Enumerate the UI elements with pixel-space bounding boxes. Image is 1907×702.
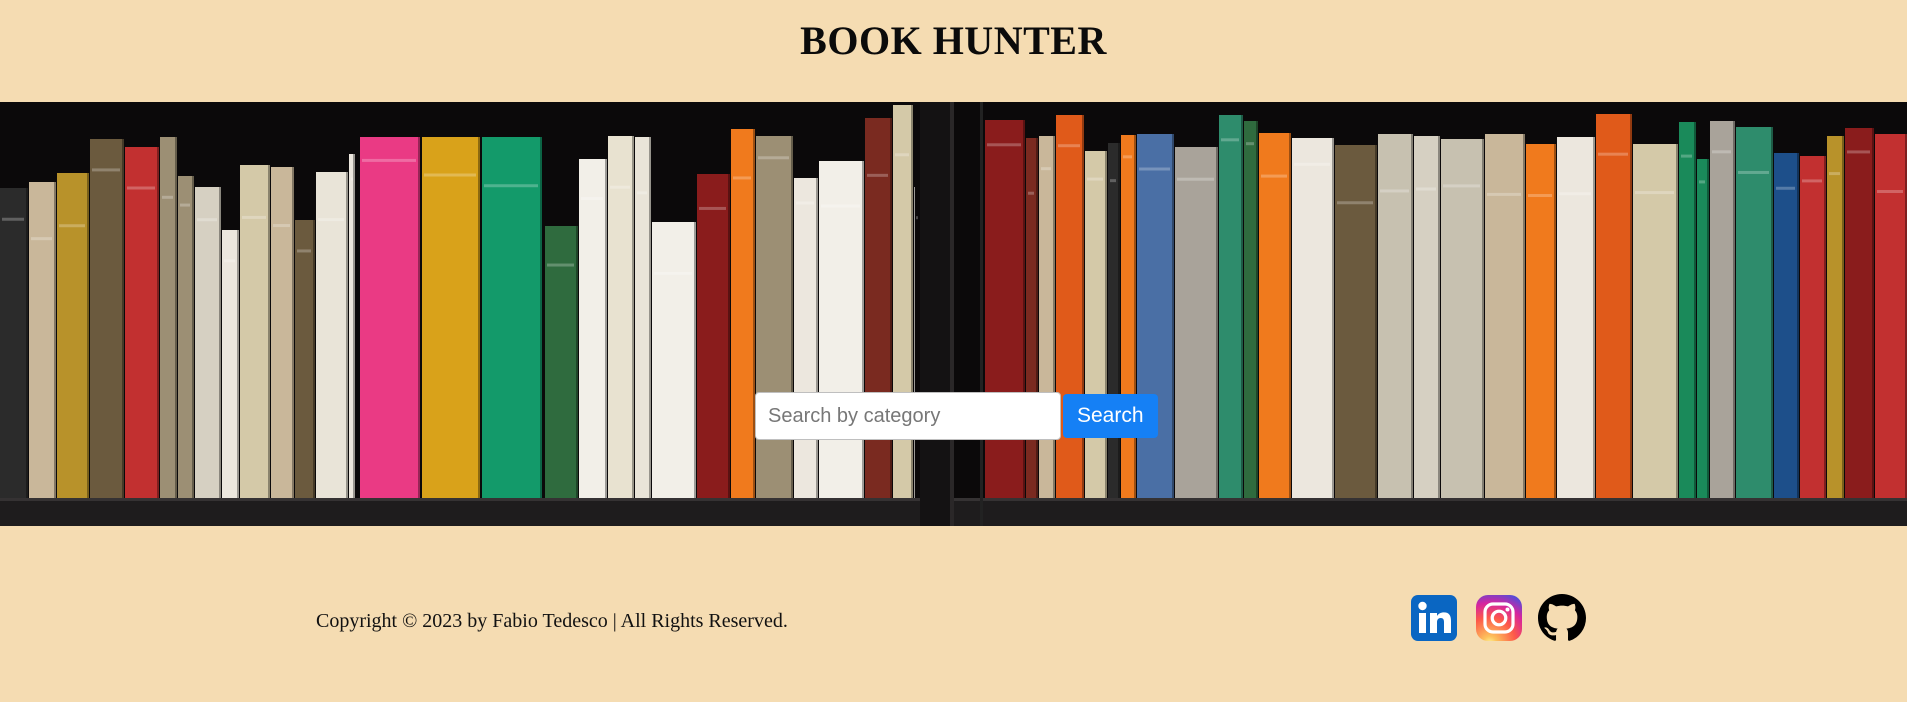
copyright-text: Copyright © 2023 by Fabio Tedesco | All … (316, 610, 788, 632)
site-title: BOOK HUNTER (800, 17, 1107, 63)
hero-banner: Search (0, 102, 1907, 526)
github-icon[interactable] (1538, 594, 1586, 642)
search-input[interactable] (755, 392, 1061, 440)
linkedin-icon[interactable] (1410, 594, 1458, 642)
search-button[interactable]: Search (1063, 394, 1158, 438)
bookshelf-image (0, 102, 1907, 526)
site-footer: Copyright © 2023 by Fabio Tedesco | All … (0, 526, 1907, 702)
search-bar: Search (755, 392, 1158, 440)
site-header: BOOK HUNTER (0, 0, 1907, 102)
instagram-icon[interactable] (1475, 594, 1523, 642)
